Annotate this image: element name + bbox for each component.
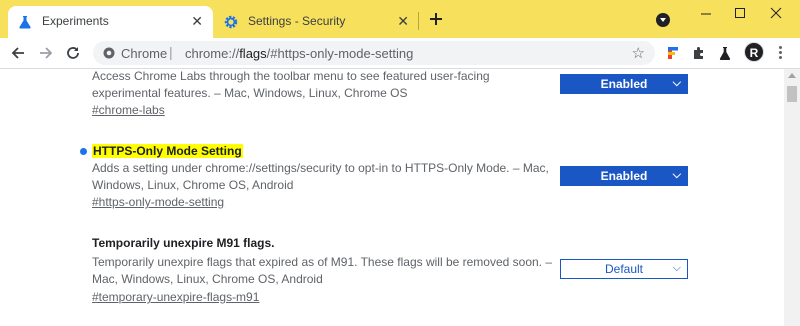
omnibox-origin-label: Chrome [121,46,168,61]
chevron-down-icon: ⌵ [672,77,681,89]
address-bar[interactable]: Chrome | chrome://flags/#https-only-mode… [93,41,655,65]
extension-f-icon[interactable] [665,45,681,61]
flag-title: Temporarily unexpire M91 flags. [92,236,275,250]
flag-description: Access Chrome Labs through the toolbar m… [92,69,490,100]
browser-toolbar: Chrome | chrome://flags/#https-only-mode… [0,38,800,69]
modified-indicator-dot [80,148,87,155]
minimize-icon[interactable] [690,0,722,28]
settings-gear-icon [224,15,238,29]
chrome-icon [103,47,115,59]
tab-strip: Experiments ✕ Settings - Security ✕ [0,0,800,38]
chevron-down-icon: ⌵ [672,169,681,181]
profile-avatar[interactable]: R [744,42,764,62]
flag-title: HTTPS-Only Mode Setting [92,144,243,158]
flag-state-value: Default [604,262,644,276]
tab-settings-security[interactable]: Settings - Security ✕ [214,6,419,38]
window-close-icon[interactable] [760,0,792,28]
flag-link[interactable]: #https-only-mode-setting [92,195,224,209]
flag-description: Temporarily unexpire flags that expired … [92,255,553,286]
flag-state-value: Enabled [600,77,648,91]
new-tab-plus-icon[interactable] [428,11,444,27]
tab-search-icon[interactable] [656,13,670,27]
close-tab-icon[interactable]: ✕ [397,14,409,28]
tab-title: Experiments [42,14,109,28]
close-tab-icon[interactable]: ✕ [191,14,203,28]
flag-link[interactable]: #temporary-unexpire-flags-m91 [92,290,259,304]
scroll-up-arrow-icon[interactable] [788,73,796,78]
menu-dots-icon[interactable] [776,44,784,62]
tab-title: Settings - Security [248,14,346,28]
flag-description: Adds a setting under chrome://settings/s… [92,161,549,192]
forward-arrow-icon[interactable] [38,45,54,61]
flag-link[interactable]: #chrome-labs [92,103,165,117]
scrollbar-thumb[interactable] [787,86,797,102]
tab-experiments[interactable]: Experiments ✕ [8,6,213,38]
bookmark-star-icon[interactable]: ☆ [632,44,645,62]
flag-state-value: Enabled [600,169,648,183]
tab-separator [418,12,419,30]
flags-list: Access Chrome Labs through the toolbar m… [0,69,784,326]
flag-state-select[interactable]: Enabled ⌵ [560,74,688,94]
flag-state-select[interactable]: Enabled ⌵ [560,166,688,186]
extensions-puzzle-icon[interactable] [691,45,707,61]
reload-icon[interactable] [65,45,81,61]
chrome-labs-flask-icon[interactable] [717,45,733,61]
vertical-scrollbar[interactable] [784,69,800,326]
back-arrow-icon[interactable] [10,45,26,61]
flag-state-select[interactable]: Default ⌵ [560,259,688,279]
flask-icon [19,16,31,29]
maximize-icon[interactable] [724,0,756,28]
omnibox-divider: | [169,44,173,60]
omnibox-url[interactable]: chrome://flags/#https-only-mode-setting [185,46,413,61]
chevron-down-icon: ⌵ [672,262,681,274]
